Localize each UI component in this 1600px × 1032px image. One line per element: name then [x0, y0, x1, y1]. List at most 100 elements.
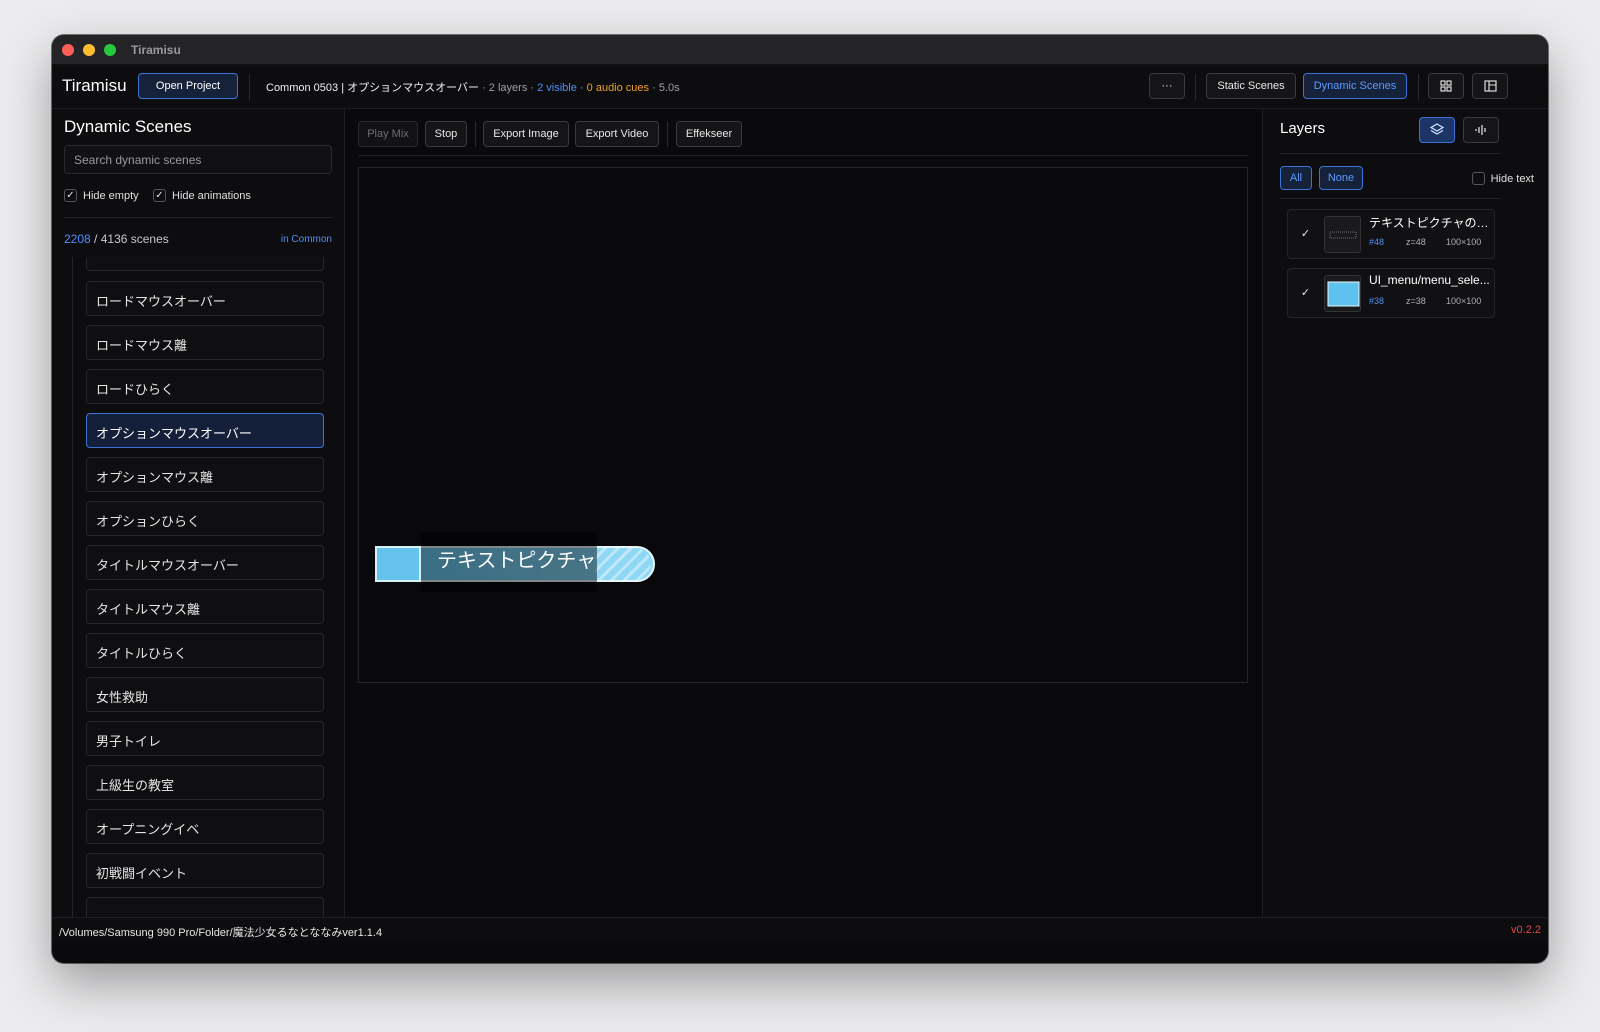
- hide-text-label: Hide text: [1490, 172, 1534, 185]
- layers-tab-button[interactable]: [1419, 117, 1455, 143]
- static-scenes-button[interactable]: Static Scenes: [1206, 73, 1296, 99]
- open-project-button[interactable]: Open Project: [138, 73, 238, 99]
- waveform-icon: [1475, 125, 1486, 135]
- header-divider: [1418, 74, 1419, 100]
- layers-icon: [1430, 123, 1444, 135]
- select-all-button[interactable]: All: [1280, 166, 1312, 190]
- scene-item[interactable]: タイトルマウス離: [86, 589, 324, 624]
- grid-icon: [1440, 80, 1452, 92]
- layer-size: 100×100: [1446, 237, 1482, 247]
- layers-panel: Layers All None Hide text ✓ テキストピクチャの設..…: [1262, 109, 1548, 917]
- app-name: Tiramisu: [62, 76, 127, 95]
- total-count: / 4136 scenes: [94, 232, 169, 246]
- scene-item[interactable]: オープニングイベ: [86, 809, 324, 844]
- dynamic-scenes-button[interactable]: Dynamic Scenes: [1303, 73, 1407, 99]
- hide-animations-checkbox[interactable]: ✓: [153, 189, 166, 202]
- app-header: Tiramisu Open Project Common 0503 | オプショ…: [52, 65, 1548, 109]
- export-video-button[interactable]: Export Video: [575, 121, 659, 147]
- scene-item[interactable]: ロードマウス離: [86, 325, 324, 360]
- play-mix-button[interactable]: Play Mix: [358, 121, 418, 147]
- layer-item[interactable]: ✓ テキストピクチャの設... #48 z=48 100×100: [1287, 209, 1495, 259]
- scene-item[interactable]: タイトルひらく: [86, 633, 324, 668]
- audio-tab-button[interactable]: [1463, 117, 1499, 143]
- scene-item[interactable]: ロードマウスオーバー: [86, 281, 324, 316]
- scene-item[interactable]: ロードひらく: [86, 369, 324, 404]
- hide-text-toggle[interactable]: Hide text: [1471, 172, 1534, 185]
- layer-name: テキストピクチャの設...: [1369, 216, 1491, 230]
- scene-canvas[interactable]: テキストピクチャ: [358, 167, 1248, 683]
- layer-size: 100×100: [1446, 296, 1482, 306]
- hide-animations-label: Hide animations: [172, 189, 251, 202]
- stop-button[interactable]: Stop: [425, 121, 467, 147]
- layer-id: #48: [1369, 237, 1385, 247]
- layer-thumbnail: [1324, 216, 1361, 253]
- text-picture-label: テキストピクチャ: [437, 550, 597, 572]
- panel-toggle-button[interactable]: [1472, 73, 1508, 99]
- close-window-button[interactable]: [62, 44, 74, 56]
- hide-empty-label: Hide empty: [83, 189, 139, 202]
- layer-z-index: z=38: [1406, 296, 1426, 306]
- duration: · 5.0s: [652, 82, 680, 94]
- scope-label: in Common: [280, 234, 332, 245]
- visible-count: 2 visible: [537, 82, 577, 94]
- scene-item[interactable]: オプションマウス離: [86, 457, 324, 492]
- panel-icon: [1483, 80, 1497, 92]
- scene-item[interactable]: 男子トイレ: [86, 721, 324, 756]
- info-separator: ·: [579, 82, 584, 94]
- scene-item[interactable]: オプションひらく: [86, 501, 324, 536]
- project-info: Common 0503 | オプションマウスオーバー · 2 layers · …: [266, 79, 680, 95]
- select-none-button[interactable]: None: [1319, 166, 1363, 190]
- hide-empty-checkbox[interactable]: ✓: [64, 189, 77, 202]
- toolbar-separator: [358, 155, 1248, 156]
- audio-cue-count: 0 audio cues: [586, 82, 650, 94]
- menu-banner-layer[interactable]: テキストピクチャ: [375, 532, 655, 592]
- grid-view-button[interactable]: [1428, 73, 1464, 99]
- scene-item[interactable]: 上級生の教室: [86, 765, 324, 800]
- app-window: Tiramisu Tiramisu Open Project Common 05…: [52, 35, 1548, 963]
- banner-left-cap: [375, 546, 421, 582]
- sidebar-title: Dynamic Scenes: [64, 117, 192, 136]
- banner-stripes: [595, 548, 651, 580]
- project-path: /Volumes/Samsung 990 Pro/Folder/魔法少女るなとな…: [59, 927, 383, 939]
- header-divider: [249, 74, 250, 100]
- more-icon: ···: [1161, 80, 1173, 92]
- effekseer-button[interactable]: Effekseer: [676, 121, 742, 147]
- hide-empty-filter[interactable]: ✓ Hide empty: [64, 189, 139, 202]
- layer-z-index: z=48: [1406, 237, 1426, 247]
- filtered-count: 2208: [64, 232, 91, 246]
- layer-item[interactable]: ✓ UI_menu/menu_sele... #38 z=38 100×100: [1287, 268, 1495, 318]
- window-title: Tiramisu: [131, 43, 181, 57]
- scene-item[interactable]: タイトルマウスオーバー: [86, 545, 324, 580]
- title-bar: Tiramisu: [52, 35, 1548, 65]
- scene-item[interactable]: 女性救助: [86, 677, 324, 712]
- scene-item-partial[interactable]: [86, 897, 324, 917]
- preview-area: Play Mix Stop Export Image Export Video …: [346, 109, 1261, 917]
- status-bar: /Volumes/Samsung 990 Pro/Folder/魔法少女るなとな…: [52, 917, 1548, 941]
- more-button[interactable]: ···: [1149, 73, 1185, 99]
- toolbar-divider: [667, 121, 668, 147]
- scene-item-selected[interactable]: オプションマウスオーバー: [86, 413, 324, 448]
- layers-divider: [1280, 198, 1500, 199]
- scene-item[interactable]: 初戦闘イベント: [86, 853, 324, 888]
- menu-thumbnail-icon: [1325, 276, 1360, 311]
- sidebar-divider: [64, 217, 332, 218]
- scene-count: 2208 / 4136 scenes: [64, 232, 169, 246]
- layers-title: Layers: [1280, 120, 1326, 137]
- scene-search-input[interactable]: [64, 145, 332, 174]
- hide-animations-filter[interactable]: ✓ Hide animations: [153, 189, 251, 202]
- layer-thumbnail: [1324, 275, 1361, 312]
- hide-text-checkbox[interactable]: [1471, 172, 1485, 185]
- layer-count: · 2 layers ·: [482, 82, 535, 94]
- layer-name: UI_menu/menu_sele...: [1369, 273, 1490, 287]
- header-divider: [1195, 74, 1196, 100]
- tree-guide-line: [72, 257, 73, 917]
- minimize-window-button[interactable]: [83, 44, 95, 56]
- scene-list[interactable]: ロードマウスオーバー ロードマウス離 ロードひらく オプションマウスオーバー オ…: [52, 257, 345, 917]
- text-thumbnail-icon: [1325, 217, 1360, 252]
- export-image-button[interactable]: Export Image: [483, 121, 569, 147]
- layer-visibility-checkbox[interactable]: ✓: [1299, 287, 1312, 300]
- scene-item-partial[interactable]: [86, 257, 324, 271]
- layer-visibility-checkbox[interactable]: ✓: [1299, 228, 1312, 241]
- maximize-window-button[interactable]: [104, 44, 116, 56]
- layers-divider: [1280, 153, 1500, 154]
